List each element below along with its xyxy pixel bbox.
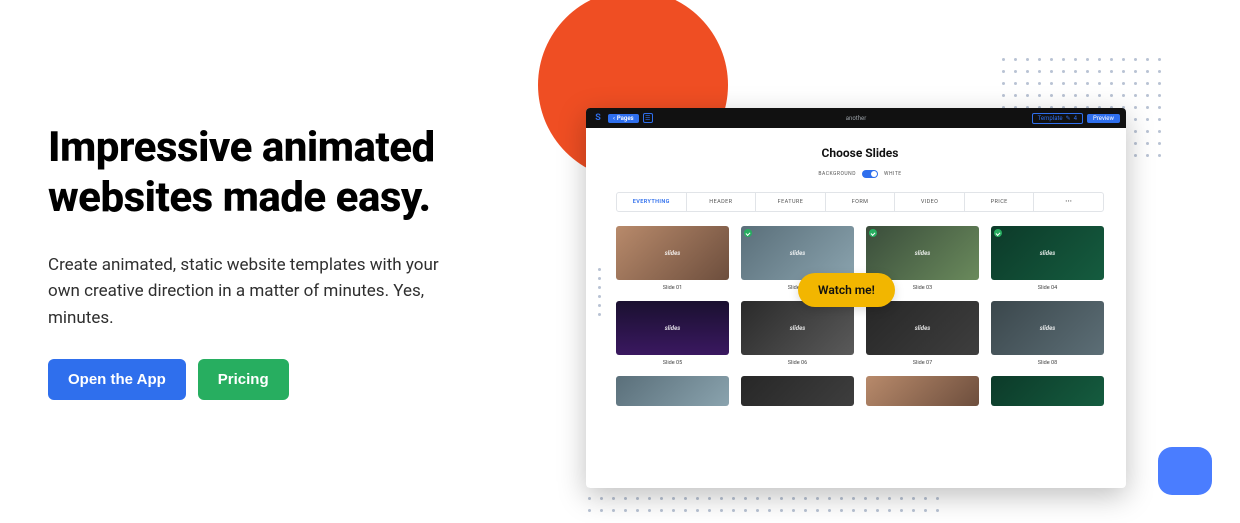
tab-feature[interactable]: FEATURE: [756, 193, 826, 211]
slide-card[interactable]: slides Slide 07: [866, 301, 979, 366]
tab-everything[interactable]: EVERYTHING: [617, 193, 687, 211]
page-indicator-dots: [598, 268, 601, 316]
slide-brand-text: slides: [790, 250, 805, 257]
slide-thumbnail: slides: [866, 301, 979, 355]
slide-card[interactable]: [991, 376, 1104, 406]
open-app-button[interactable]: Open the App: [48, 359, 186, 400]
slide-brand-text: slides: [915, 325, 930, 332]
app-preview-window: S ‹ Pages ☰ another Template ✎ 4 Preview: [586, 108, 1126, 488]
slide-thumbnail: slides: [616, 226, 729, 280]
slide-caption: Slide 07: [866, 360, 979, 366]
tab-more[interactable]: •••: [1034, 193, 1103, 211]
menu-icon[interactable]: ☰: [643, 113, 653, 123]
slide-card[interactable]: slides Slide 04: [991, 226, 1104, 291]
slide-thumbnail: [991, 376, 1104, 406]
document-title: another: [846, 115, 866, 122]
choose-slides-title: Choose Slides: [616, 146, 1104, 160]
toggle-label-right: WHITE: [884, 171, 902, 177]
slide-caption: Slide 05: [616, 360, 729, 366]
pricing-button[interactable]: Pricing: [198, 359, 289, 400]
slide-card[interactable]: slides Slide 01: [616, 226, 729, 291]
app-logo-icon: S: [592, 112, 604, 124]
pencil-icon: ✎: [1066, 115, 1071, 122]
slide-caption: Slide 08: [991, 360, 1104, 366]
preview-button[interactable]: Preview: [1087, 114, 1120, 123]
check-icon: [744, 229, 752, 237]
slide-card[interactable]: [616, 376, 729, 406]
slide-card[interactable]: slides Slide 08: [991, 301, 1104, 366]
slide-thumbnail: slides: [991, 301, 1104, 355]
chat-widget-button[interactable]: [1158, 447, 1212, 495]
slide-thumbnail: slides: [616, 301, 729, 355]
slide-brand-text: slides: [665, 250, 680, 257]
slide-card[interactable]: slides Slide 06: [741, 301, 854, 366]
category-tabs: EVERYTHING HEADER FEATURE FORM VIDEO PRI…: [616, 192, 1104, 212]
slide-thumbnail: slides: [991, 226, 1104, 280]
slide-card[interactable]: [741, 376, 854, 406]
slide-brand-text: slides: [1040, 250, 1055, 257]
slide-thumbnail: slides: [741, 226, 854, 280]
tab-price[interactable]: PRICE: [965, 193, 1035, 211]
template-button[interactable]: Template ✎ 4: [1032, 113, 1083, 124]
tab-video[interactable]: VIDEO: [895, 193, 965, 211]
slide-thumbnail: [616, 376, 729, 406]
check-icon: [869, 229, 877, 237]
slide-thumbnail: slides: [866, 226, 979, 280]
slide-thumbnail: slides: [741, 301, 854, 355]
slide-card[interactable]: [866, 376, 979, 406]
app-topbar: S ‹ Pages ☰ another Template ✎ 4 Preview: [586, 108, 1126, 128]
check-icon: [994, 229, 1002, 237]
hero-headline: Impressive animated websites made easy.: [48, 123, 468, 224]
slide-brand-text: slides: [1040, 325, 1055, 332]
slide-brand-text: slides: [915, 250, 930, 257]
slide-caption: Slide 01: [616, 285, 729, 291]
toggle-label-left: BACKGROUND: [818, 171, 856, 177]
slide-caption: Slide 04: [991, 285, 1104, 291]
tab-header[interactable]: HEADER: [687, 193, 757, 211]
chevron-left-icon: ‹: [613, 115, 615, 122]
background-toggle[interactable]: [862, 170, 878, 178]
template-count: 4: [1074, 115, 1077, 122]
pages-label: Pages: [617, 115, 634, 122]
template-label: Template: [1038, 115, 1063, 122]
slide-brand-text: slides: [790, 325, 805, 332]
slide-caption: Slide 06: [741, 360, 854, 366]
slide-thumbnail: [866, 376, 979, 406]
slide-thumbnail: [741, 376, 854, 406]
tab-form[interactable]: FORM: [826, 193, 896, 211]
hero-subhead: Create animated, static website template…: [48, 252, 468, 331]
slide-brand-text: slides: [665, 325, 680, 332]
background-toggle-row: BACKGROUND WHITE: [616, 170, 1104, 178]
watch-me-button[interactable]: Watch me!: [798, 273, 895, 307]
slide-card[interactable]: slides Slide 05: [616, 301, 729, 366]
pages-button[interactable]: ‹ Pages: [608, 114, 639, 123]
